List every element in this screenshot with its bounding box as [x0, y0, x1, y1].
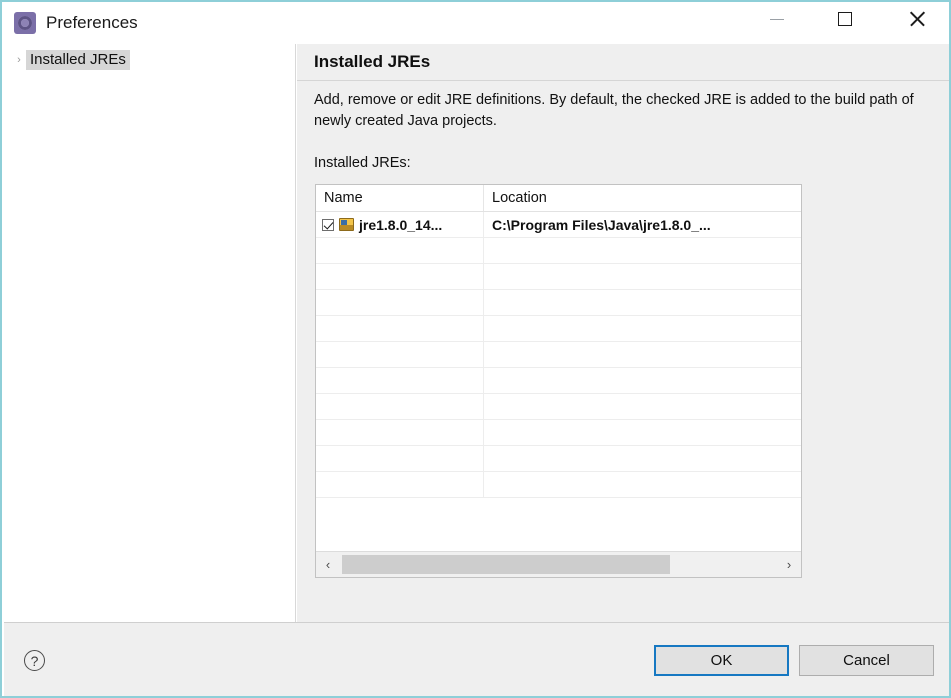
cell-location: [484, 394, 801, 419]
cell-name: jre1.8.0_14...: [316, 212, 484, 237]
sidebar-item-installed-jres[interactable]: › Installed JREs: [10, 48, 155, 72]
close-icon: [908, 10, 926, 28]
table-horizontal-scrollbar[interactable]: ‹ ›: [316, 551, 801, 577]
table-row[interactable]: [316, 238, 801, 264]
cell-location: [484, 446, 801, 471]
cell-name: [316, 316, 484, 341]
cell-name: [316, 420, 484, 445]
cell-location: [484, 342, 801, 367]
table-row[interactable]: [316, 264, 801, 290]
main-panel: Installed JREs Add, remove or edit JRE d…: [297, 44, 949, 622]
minimize-icon: [770, 18, 784, 20]
cell-name: [316, 368, 484, 393]
preferences-tree-sidebar: › Installed JREs: [4, 44, 296, 622]
jre-location-text: C:\Program Files\Java\jre1.8.0_...: [492, 216, 711, 233]
ok-button[interactable]: OK: [654, 645, 789, 676]
empty-rows-container: [316, 238, 801, 498]
cell-name: [316, 394, 484, 419]
page-title: Installed JREs: [314, 52, 431, 71]
table-header-row: Name Location: [316, 185, 801, 212]
table-row[interactable]: [316, 368, 801, 394]
table-row[interactable]: jre1.8.0_14... C:\Program Files\Java\jre…: [316, 212, 801, 238]
cell-location: [484, 290, 801, 315]
window-title: Preferences: [46, 13, 138, 32]
row-checkbox[interactable]: [322, 218, 334, 231]
table-row[interactable]: [316, 472, 801, 498]
cell-location: [484, 238, 801, 263]
table-row[interactable]: [316, 290, 801, 316]
scrollbar-track[interactable]: [340, 552, 777, 577]
scrollbar-thumb[interactable]: [342, 555, 670, 574]
cell-name: [316, 446, 484, 471]
cell-location: C:\Program Files\Java\jre1.8.0_...: [484, 212, 801, 237]
minimize-button[interactable]: [754, 2, 800, 36]
panel-description: Add, remove or edit JRE definitions. By …: [314, 92, 914, 129]
jre-icon: [339, 218, 354, 231]
cell-location: [484, 264, 801, 289]
chevron-right-icon[interactable]: ›: [12, 54, 26, 66]
title-bar: Preferences: [2, 2, 949, 44]
table-row[interactable]: [316, 316, 801, 342]
cell-name: [316, 290, 484, 315]
cell-name: [316, 238, 484, 263]
table-row[interactable]: [316, 420, 801, 446]
cell-location: [484, 472, 801, 497]
help-icon[interactable]: ?: [24, 650, 45, 671]
scroll-left-arrow-icon[interactable]: ‹: [316, 552, 340, 577]
cell-location: [484, 316, 801, 341]
cell-location: [484, 420, 801, 445]
column-header-name[interactable]: Name: [316, 185, 484, 211]
cell-name: [316, 472, 484, 497]
column-header-location[interactable]: Location: [484, 185, 801, 211]
scroll-right-arrow-icon[interactable]: ›: [777, 552, 801, 577]
preferences-gear-icon: [14, 12, 36, 34]
maximize-icon: [838, 12, 852, 26]
jre-name-text: jre1.8.0_14...: [359, 216, 443, 233]
cell-name: [316, 342, 484, 367]
panel-header: Installed JREs: [297, 44, 949, 81]
table-row[interactable]: [316, 446, 801, 472]
table-row[interactable]: [316, 394, 801, 420]
cancel-button[interactable]: Cancel: [799, 645, 934, 676]
preferences-dialog: Preferences › Installed JREs Installed J…: [0, 0, 951, 698]
installed-jres-label: Installed JREs:: [314, 155, 411, 171]
table-row[interactable]: [316, 342, 801, 368]
maximize-button[interactable]: [822, 2, 868, 36]
close-button[interactable]: [894, 2, 940, 36]
table-body: jre1.8.0_14... C:\Program Files\Java\jre…: [316, 212, 801, 498]
cell-name: [316, 264, 484, 289]
cell-location: [484, 368, 801, 393]
sidebar-item-label: Installed JREs: [26, 50, 130, 70]
installed-jres-table[interactable]: Name Location jre1.8.0_14... C:\Program …: [315, 184, 802, 578]
